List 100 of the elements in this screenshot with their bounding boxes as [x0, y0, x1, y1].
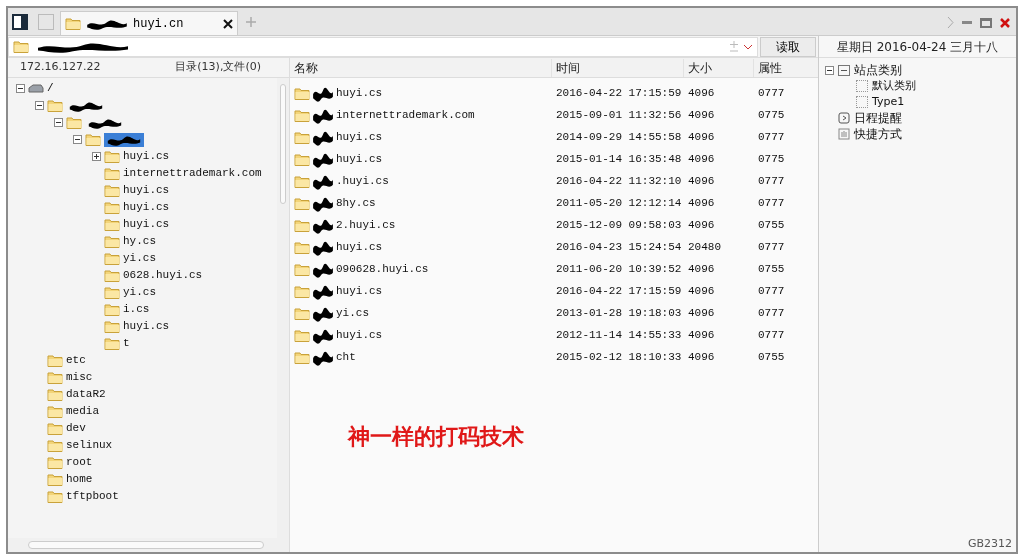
tree-item[interactable]: huyi.cs — [123, 318, 170, 335]
tree-item[interactable]: root — [66, 454, 93, 471]
tree-item[interactable]: hy.cs — [123, 233, 156, 250]
vertical-scrollbar[interactable] — [277, 78, 289, 538]
column-header[interactable]: 时间 — [552, 58, 684, 77]
table-cell-text: 4096 — [687, 129, 716, 145]
folder-icon — [294, 306, 310, 320]
collapse-toggle[interactable] — [825, 65, 834, 75]
read-button[interactable]: 读取 — [760, 36, 816, 57]
folder-icon — [104, 252, 120, 265]
side-tree-item[interactable]: 站点类别 — [854, 61, 902, 79]
expand-toggle[interactable] — [92, 152, 101, 161]
tree-item[interactable]: huyi.cs — [123, 216, 170, 233]
maximize-icon[interactable] — [980, 17, 992, 28]
tree-item[interactable]: media — [66, 403, 99, 420]
close-icon[interactable] — [223, 18, 233, 29]
tree-item[interactable]: tftpboot — [66, 488, 119, 505]
category-icon — [838, 64, 850, 76]
tab-label[interactable]: huyi.cn — [133, 14, 219, 33]
file-name[interactable]: internettrademark.com — [336, 106, 475, 124]
folder-icon — [65, 17, 81, 30]
tree-item[interactable]: misc — [66, 369, 93, 386]
table-cell-text: 4096 — [687, 349, 716, 365]
table-cell-text: 2012-11-14 14:55:33 — [555, 327, 683, 343]
folder-icon — [294, 174, 310, 188]
table-cell-text: 0755 — [757, 217, 786, 233]
collapse-toggle[interactable] — [73, 135, 82, 144]
folder-icon — [47, 388, 63, 401]
tree-item[interactable]: internettrademark.com — [123, 165, 262, 182]
column-header[interactable]: 名称 — [290, 58, 552, 77]
tree-item[interactable]: / — [47, 80, 54, 97]
file-name[interactable]: huyi.cs — [336, 128, 383, 146]
table-cell-text: 2016-04-22 17:15:59 — [555, 85, 683, 101]
tree-item[interactable]: huyi.cs — [123, 199, 170, 216]
host-address: 172.16.127.22 — [20, 59, 101, 76]
file-name[interactable]: cht — [336, 348, 356, 366]
selected-folder-highlight[interactable] — [104, 132, 144, 147]
folder-icon — [294, 130, 310, 144]
folder-icon — [104, 286, 120, 299]
redaction-scribble — [87, 116, 123, 129]
item-icon — [856, 80, 868, 92]
file-name[interactable]: huyi.cs — [336, 150, 383, 168]
table-cell-text: 0755 — [757, 261, 786, 277]
side-tree-item[interactable]: 日程提醒 — [854, 109, 902, 127]
file-name[interactable]: 2.huyi.cs — [336, 216, 396, 234]
folder-icon — [47, 490, 63, 503]
collapse-toggle[interactable] — [16, 84, 25, 93]
table-cell-text: 2015-12-09 09:58:03 — [555, 217, 683, 233]
table-cell-text: 2011-06-20 10:39:52 — [555, 261, 683, 277]
folder-icon — [85, 133, 101, 146]
tree-item[interactable]: etc — [66, 352, 86, 369]
side-tree-item[interactable]: Type1 — [872, 93, 905, 111]
folder-icon — [294, 218, 310, 232]
tree-item[interactable]: yi.cs — [123, 250, 156, 267]
folder-icon — [47, 456, 63, 469]
file-name[interactable]: yi.cs — [336, 304, 369, 322]
file-name[interactable]: 8hy.cs — [336, 194, 376, 212]
file-name[interactable]: huyi.cs — [336, 326, 383, 344]
close-window-icon[interactable] — [1000, 17, 1010, 28]
column-header[interactable]: 大小 — [684, 58, 754, 77]
date-display: 星期日 2016-04-24 三月十八 — [836, 38, 999, 56]
folder-icon — [104, 269, 120, 282]
column-header[interactable]: 属性 — [754, 58, 818, 77]
folder-icon — [104, 303, 120, 316]
table-cell-text: 0777 — [757, 173, 786, 189]
tree-item[interactable]: huyi.cs — [123, 182, 170, 199]
file-name[interactable]: huyi.cs — [336, 84, 383, 102]
tree-item[interactable]: home — [66, 471, 93, 488]
tree-item[interactable]: dev — [66, 420, 86, 437]
tree-item[interactable]: t — [123, 335, 130, 352]
side-tree-item[interactable]: 默认类别 — [872, 77, 916, 95]
tree-item[interactable]: 0628.huyi.cs — [123, 267, 203, 284]
file-name[interactable]: huyi.cs — [336, 238, 383, 256]
dropdown-icon[interactable] — [743, 43, 753, 50]
annotation-text: 神一样的打码技术 — [348, 423, 524, 451]
collapse-toggle[interactable] — [54, 118, 63, 127]
tree-item[interactable]: yi.cs — [123, 284, 156, 301]
file-name[interactable]: 090628.huyi.cs — [336, 260, 429, 278]
redaction-scribble — [106, 133, 142, 146]
table-cell-text: 0755 — [757, 349, 786, 365]
tree-item[interactable]: huyi.cs — [123, 148, 170, 165]
tree-item[interactable]: selinux — [66, 437, 113, 454]
table-cell-text: 20480 — [687, 239, 722, 255]
horizontal-scrollbar[interactable] — [8, 538, 289, 552]
table-cell-text: 4096 — [687, 283, 716, 299]
file-name[interactable]: huyi.cs — [336, 282, 383, 300]
collapse-toggle[interactable] — [35, 101, 44, 110]
file-name[interactable]: .huyi.cs — [336, 172, 389, 190]
redaction-scribble — [68, 99, 104, 112]
folder-icon — [294, 350, 310, 364]
tree-item[interactable]: dataR2 — [66, 386, 106, 403]
folder-icon — [294, 328, 310, 342]
table-cell-text: 2016-04-22 11:32:10 — [555, 173, 683, 189]
tree-item[interactable]: i.cs — [123, 301, 150, 318]
table-cell-text: 4096 — [687, 195, 716, 211]
table-cell-text: 4096 — [687, 217, 716, 233]
tab[interactable]: huyi.cn — [60, 11, 238, 35]
panel-toggle-icon[interactable] — [12, 14, 28, 30]
side-tree-item[interactable]: 快捷方式 — [854, 125, 902, 143]
path-field[interactable] — [8, 36, 758, 57]
